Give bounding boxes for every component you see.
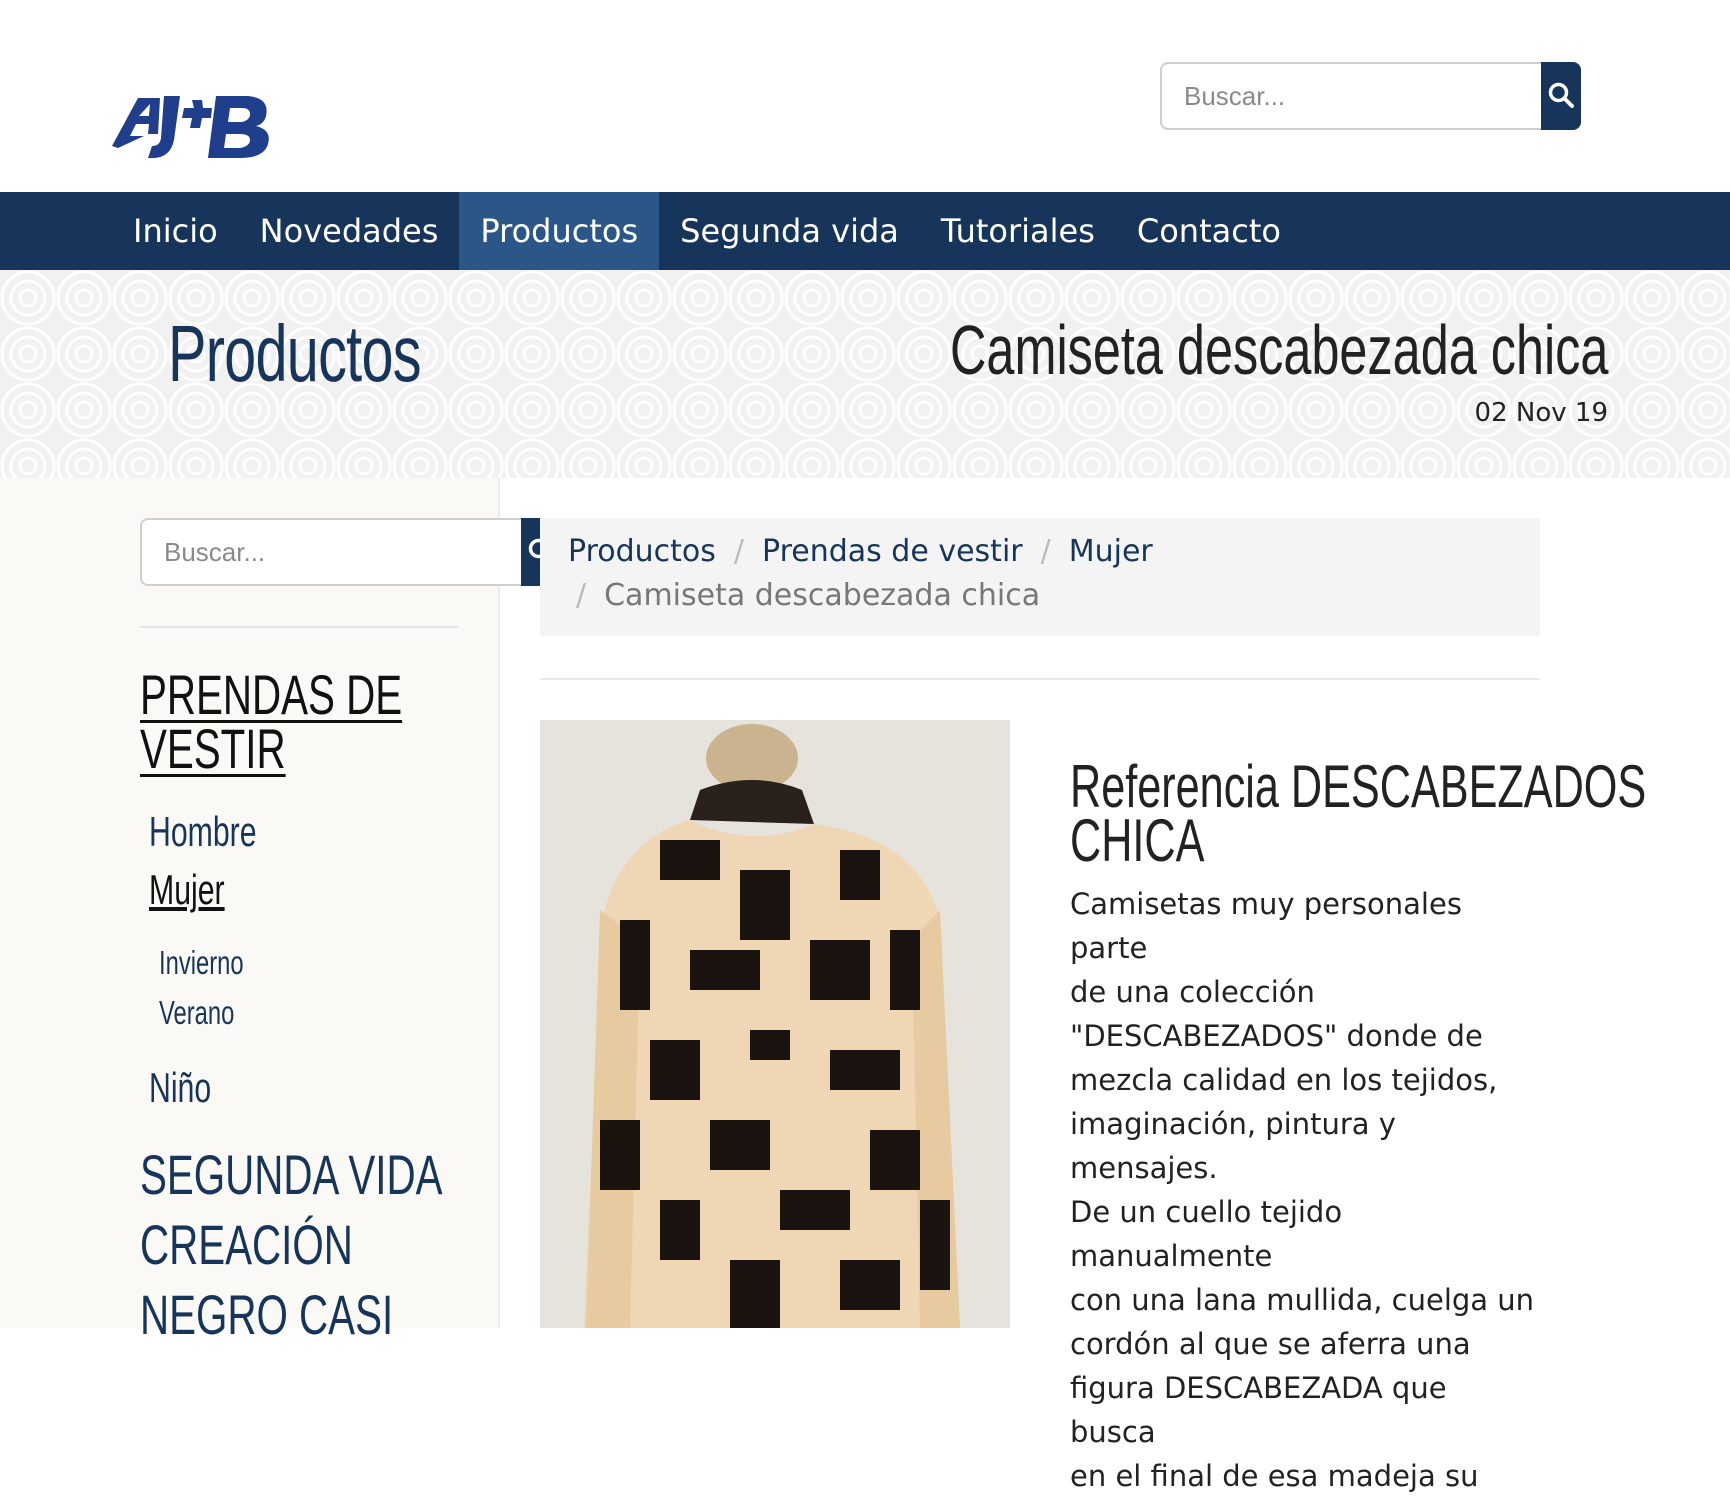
sidebar: PRENDAS DE VESTIR Hombre Mujer Invierno … xyxy=(0,478,561,1346)
breadcrumb-current: Camiseta descabezada chica xyxy=(604,578,1041,613)
header-search-button[interactable] xyxy=(1541,62,1581,130)
breadcrumb-link-prendas[interactable]: Prendas de vestir xyxy=(762,534,1023,569)
description-line: Camisetas muy personales parte xyxy=(1070,887,1462,965)
breadcrumb-link-mujer[interactable]: Mujer xyxy=(1069,534,1153,569)
content-divider xyxy=(540,678,1540,680)
sidebar-search xyxy=(140,518,561,586)
sidebar-item-hombre[interactable]: Hombre xyxy=(149,808,257,856)
sidebar-item-nino[interactable]: Niño xyxy=(149,1064,211,1112)
description-line: figura DESCABEZADA que busca xyxy=(1070,1371,1447,1449)
product-description: Camisetas muy personales parte de una co… xyxy=(1070,882,1540,1498)
main-content: Productos / Prendas de vestir / Mujer / Camis… xyxy=(498,478,1730,1493)
breadcrumb-separator: / xyxy=(576,578,587,613)
header-search xyxy=(1160,62,1581,130)
sidebar-category-line1: PRENDAS DE xyxy=(140,663,403,726)
sidebar-divider xyxy=(140,626,458,628)
sidebar-item-mujer[interactable]: Mujer xyxy=(149,866,225,914)
sidebar-item-verano[interactable]: Verano xyxy=(159,994,234,1032)
description-line: mezcla calidad en los tejidos, xyxy=(1070,1063,1498,1097)
nav-item-contacto[interactable]: Contacto xyxy=(1116,192,1302,270)
nav-item-inicio[interactable]: Inicio xyxy=(112,192,239,270)
page-banner: Productos Camiseta descabezada chica 02 … xyxy=(0,270,1730,478)
sidebar-section-segunda-vida[interactable]: SEGUNDA VIDA xyxy=(140,1142,442,1207)
sidebar-category-prendas[interactable]: PRENDAS DE VESTIR xyxy=(140,663,504,780)
main-nav: Inicio Novedades Productos Segunda vida … xyxy=(0,192,1730,270)
description-line: imaginación, pintura y mensajes. xyxy=(1070,1107,1396,1185)
description-line: cordón al que se aferra una xyxy=(1070,1327,1471,1361)
product-reference-line1: Referencia DESCABEZADOS xyxy=(1070,753,1647,820)
header-search-input[interactable] xyxy=(1160,62,1541,130)
description-line: De un cuello tejido manualmente xyxy=(1070,1195,1343,1273)
section-title: Productos xyxy=(168,309,422,398)
product-image[interactable] xyxy=(540,720,1010,1328)
sidebar-section-negro-casi[interactable]: NEGRO CASI xyxy=(140,1282,393,1347)
sidebar-item-invierno[interactable]: Invierno xyxy=(159,944,244,982)
description-line: con una lana mullida, cuelga un xyxy=(1070,1283,1535,1317)
site-logo[interactable] xyxy=(108,78,278,170)
breadcrumb-separator: / xyxy=(1040,534,1051,569)
description-line: de una colección xyxy=(1070,975,1315,1009)
nav-item-novedades[interactable]: Novedades xyxy=(239,192,460,270)
description-line: "DESCABEZADOS" donde de xyxy=(1070,1019,1483,1053)
product-reference-title: Referencia DESCABEZADOS CHICA xyxy=(1070,753,1730,874)
search-icon xyxy=(1547,81,1575,112)
breadcrumb: Productos / Prendas de vestir / Mujer / Camis… xyxy=(540,518,1540,636)
sidebar-section-creacion[interactable]: CREACIÓN xyxy=(140,1212,353,1277)
description-line: en el final de esa madeja su xyxy=(1070,1459,1479,1493)
breadcrumb-separator: / xyxy=(733,534,744,569)
site-header xyxy=(0,0,1730,192)
breadcrumb-link-productos[interactable]: Productos xyxy=(568,534,716,569)
page-title: Camiseta descabezada chica xyxy=(949,311,1608,389)
nav-item-productos[interactable]: Productos xyxy=(459,192,660,270)
sidebar-search-input[interactable] xyxy=(140,518,521,586)
nav-item-segunda-vida[interactable]: Segunda vida xyxy=(659,192,920,270)
post-date: 02 Nov 19 xyxy=(1474,398,1608,428)
nav-item-tutoriales[interactable]: Tutoriales xyxy=(920,192,1116,270)
product-reference-line2: CHICA xyxy=(1070,807,1205,874)
sidebar-category-line2: VESTIR xyxy=(140,717,286,780)
